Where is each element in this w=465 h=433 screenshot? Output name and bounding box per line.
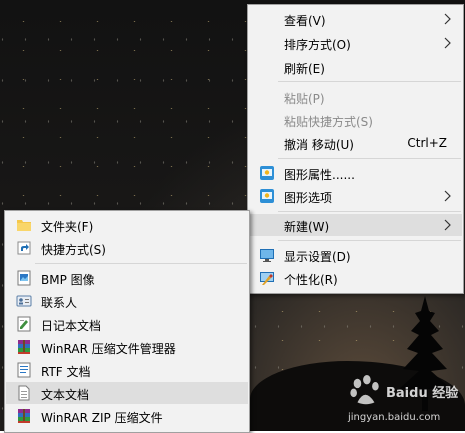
baidu-paw-icon: [350, 374, 379, 405]
submenu-item-label: BMP 图像: [41, 273, 95, 287]
menu-item-view[interactable]: 查看(V): [249, 8, 462, 30]
menu-item-graphics-properties[interactable]: 图形属性......: [249, 162, 462, 184]
submenu-item-text-document[interactable]: 文本文档: [6, 382, 248, 404]
monitor-icon: [260, 249, 274, 262]
intel-graphics-icon: [260, 189, 274, 203]
folder-icon: [17, 220, 31, 231]
menu-item-undo-move[interactable]: 撤消 移动(U) Ctrl+Z: [249, 132, 462, 154]
submenu-item-label: RTF 文档: [41, 365, 91, 379]
menu-item-shortcut: Ctrl+Z: [407, 136, 447, 150]
submenu-item-label: 日记本文档: [41, 319, 102, 333]
chevron-right-icon: [444, 219, 451, 231]
winrar-icon: [18, 340, 30, 354]
menu-item-label: 显示设置(D): [284, 250, 351, 264]
menu-item-paste[interactable]: 粘贴(P): [249, 86, 462, 108]
menu-separator: [278, 81, 461, 82]
submenu-item-folder[interactable]: 文件夹(F): [6, 214, 248, 236]
submenu-item-bmp-image[interactable]: BMP 图像: [6, 267, 248, 289]
winrar-zip-icon: [18, 409, 30, 423]
menu-separator: [278, 240, 461, 241]
submenu-item-journal-document[interactable]: 日记本文档: [6, 313, 248, 335]
submenu-item-label: 文本文档: [41, 388, 90, 402]
menu-item-label: 个性化(R): [284, 273, 338, 287]
contact-card-icon: [16, 295, 32, 307]
personalize-icon: [260, 272, 274, 285]
menu-item-label: 排序方式(O): [284, 38, 351, 52]
submenu-item-label: WinRAR 压缩文件管理器: [41, 342, 176, 356]
submenu-item-winrar-zip[interactable]: WinRAR ZIP 压缩文件: [6, 405, 248, 427]
submenu-item-label: 文件夹(F): [41, 220, 94, 234]
submenu-item-label: WinRAR ZIP 压缩文件: [41, 411, 163, 425]
menu-item-label: 刷新(E): [284, 62, 325, 76]
submenu-item-shortcut[interactable]: 快捷方式(S): [6, 237, 248, 259]
chevron-right-icon: [444, 190, 451, 202]
submenu-item-label: 联系人: [41, 296, 78, 310]
menu-item-sort-by[interactable]: 排序方式(O): [249, 32, 462, 54]
menu-item-label: 图形选项: [284, 191, 333, 205]
submenu-item-label: 快捷方式(S): [41, 243, 106, 257]
baidu-watermark: Baidu 经验 jingyan.baidu.com: [342, 372, 462, 430]
menu-item-label: 粘贴(P): [284, 92, 325, 106]
watermark-brand: Baidu 经验: [386, 386, 459, 401]
menu-item-label: 粘贴快捷方式(S): [284, 115, 373, 129]
menu-item-new[interactable]: 新建(W): [249, 214, 462, 236]
watermark-url: jingyan.baidu.com: [348, 412, 441, 423]
menu-item-label: 查看(V): [284, 14, 326, 28]
intel-graphics-icon: [260, 166, 274, 180]
chevron-right-icon: [444, 37, 451, 49]
submenu-item-winrar-archive[interactable]: WinRAR 压缩文件管理器: [6, 336, 248, 358]
menu-separator: [278, 211, 461, 212]
bmp-image-icon: [17, 270, 31, 286]
menu-item-personalize[interactable]: 个性化(R): [249, 267, 462, 289]
submenu-item-contact[interactable]: 联系人: [6, 290, 248, 312]
menu-item-paste-shortcut[interactable]: 粘贴快捷方式(S): [249, 109, 462, 131]
menu-item-label: 图形属性......: [284, 168, 355, 182]
menu-item-label: 撤消 移动(U): [284, 138, 354, 152]
menu-item-display-settings[interactable]: 显示设置(D): [249, 244, 462, 266]
menu-item-label: 新建(W): [284, 220, 330, 234]
menu-separator: [35, 263, 247, 264]
menu-separator: [278, 158, 461, 159]
journal-document-icon: [17, 316, 31, 332]
text-document-icon: [18, 385, 30, 401]
menu-item-graphics-options[interactable]: 图形选项: [249, 185, 462, 207]
chevron-right-icon: [444, 13, 451, 25]
shortcut-icon: [17, 241, 31, 255]
submenu-item-rtf-document[interactable]: RTF 文档: [6, 359, 248, 381]
menu-item-refresh[interactable]: 刷新(E): [249, 56, 462, 78]
desktop-context-menu: 查看(V) 排序方式(O) 刷新(E) 粘贴(P) 粘贴快捷方式(S) 撤消 移…: [247, 4, 464, 294]
rtf-document-icon: [17, 362, 31, 378]
new-submenu: 文件夹(F) 快捷方式(S) BMP 图像 联系人 日记本文档 WinRAR 压…: [4, 210, 250, 433]
